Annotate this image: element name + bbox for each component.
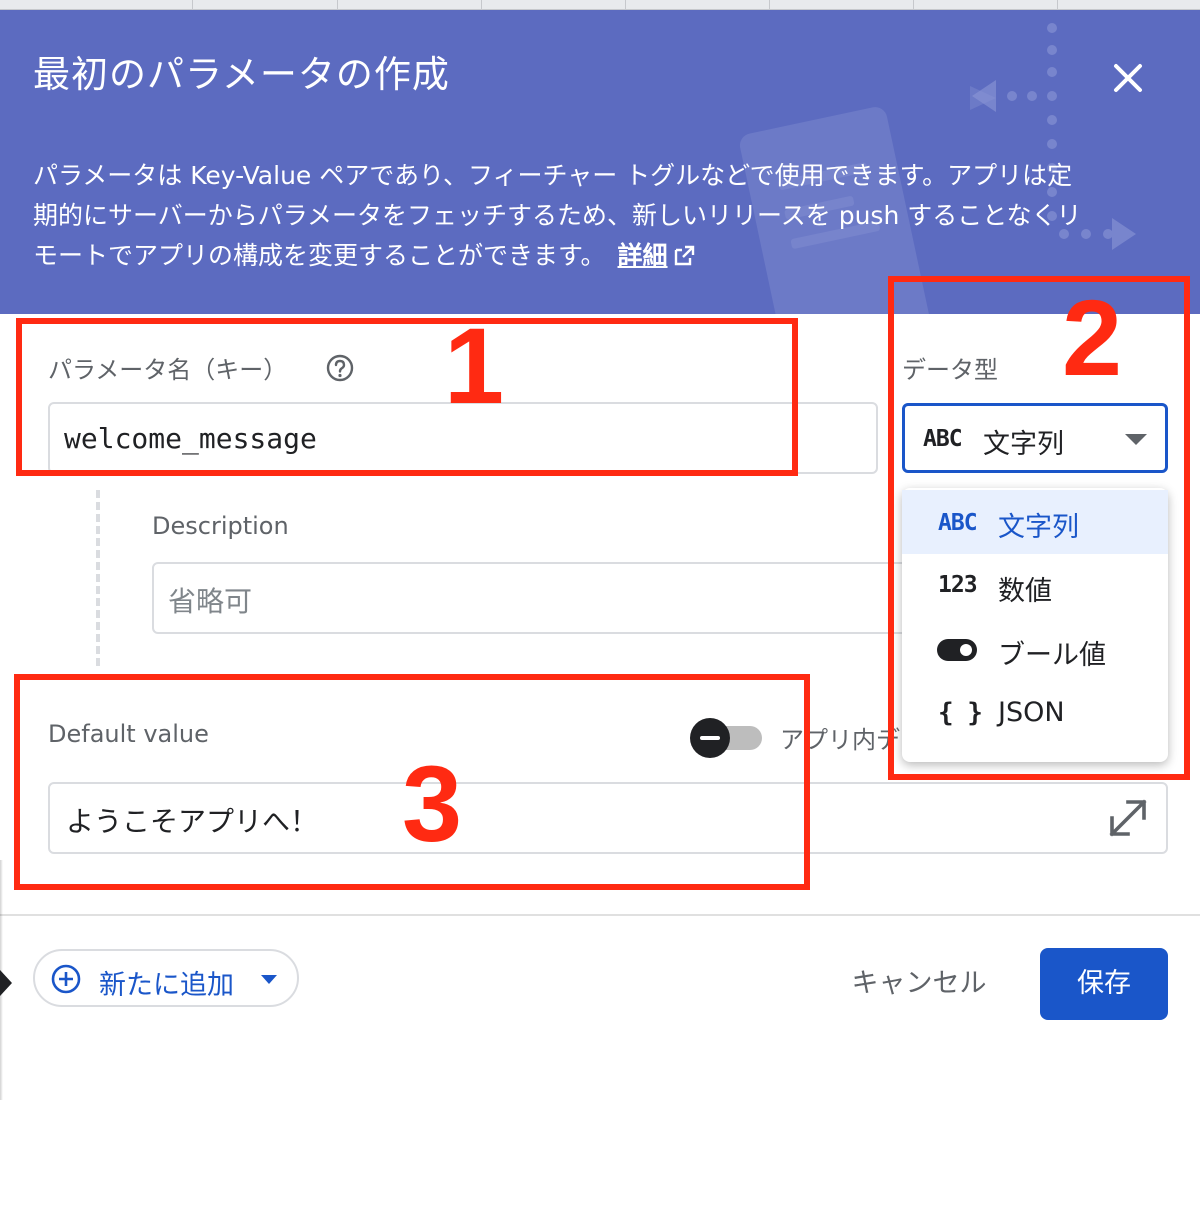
caret-right-icon bbox=[0, 970, 12, 996]
dialog-title: 最初のパラメータの作成 bbox=[33, 53, 450, 96]
learn-more-label[interactable]: 詳細 bbox=[618, 241, 668, 270]
default-value-text[interactable]: ようこそアプリへ！ bbox=[66, 800, 318, 840]
menu-item-json[interactable]: { } JSON bbox=[902, 682, 1168, 746]
menu-item-string[interactable]: ABC 文字列 bbox=[902, 490, 1168, 554]
data-type-menu: ABC 文字列 123 数値 ブール値 { } JSON bbox=[902, 488, 1168, 762]
data-type-select[interactable]: ABC 文字列 bbox=[902, 403, 1168, 473]
param-name-label: パラメータ名（キー） bbox=[48, 356, 288, 384]
description-placeholder[interactable]: 省略可 bbox=[168, 580, 252, 620]
annotation-number-2: 2 bbox=[1062, 277, 1123, 398]
footer-divider bbox=[0, 914, 1200, 916]
description-label: Description bbox=[152, 512, 289, 540]
close-icon[interactable] bbox=[1104, 54, 1152, 102]
help-icon[interactable] bbox=[326, 354, 354, 382]
create-parameter-dialog: 最初のパラメータの作成 パラメータは Key-Value ペアであり、フィーチャ… bbox=[0, 0, 1200, 1210]
learn-more-link[interactable]: 詳細 bbox=[618, 241, 668, 270]
external-link-icon bbox=[674, 245, 694, 266]
data-type-selected-label: 文字列 bbox=[983, 429, 1064, 460]
description-input[interactable]: 省略可 bbox=[152, 562, 912, 634]
in-app-default-toggle[interactable] bbox=[690, 718, 764, 758]
in-app-default-label: アプリ内デ bbox=[780, 726, 900, 754]
toggle-icon bbox=[937, 639, 977, 661]
param-name-value[interactable]: welcome_message bbox=[64, 422, 317, 455]
save-button[interactable]: 保存 bbox=[1040, 948, 1168, 1020]
minus-icon bbox=[690, 718, 730, 758]
description-text: パラメータは Key-Value ペアであり、フィーチャー トグルなどで使用でき… bbox=[33, 161, 1082, 270]
menu-item-label: JSON bbox=[998, 697, 1065, 728]
menu-item-label: 文字列 bbox=[998, 512, 1079, 543]
expand-icon[interactable] bbox=[1106, 796, 1150, 840]
abc-icon: ABC bbox=[938, 510, 978, 536]
annotation-number-3: 3 bbox=[402, 743, 463, 864]
add-new-button[interactable]: 新たに追加 bbox=[33, 949, 299, 1007]
number-icon: 123 bbox=[938, 572, 978, 598]
annotation-number-1: 1 bbox=[444, 305, 505, 426]
menu-item-label: ブール値 bbox=[998, 640, 1106, 671]
add-circle-icon bbox=[51, 964, 81, 994]
default-value-input[interactable]: ようこそアプリへ！ bbox=[48, 782, 1168, 854]
abc-icon: ABC bbox=[923, 426, 963, 452]
spreadsheet-strip bbox=[0, 0, 1200, 10]
braces-icon: { } bbox=[938, 698, 983, 728]
menu-item-boolean[interactable]: ブール値 bbox=[902, 618, 1168, 682]
data-type-label: データ型 bbox=[902, 356, 998, 384]
dialog-description: パラメータは Key-Value ペアであり、フィーチャー トグルなどで使用でき… bbox=[33, 156, 1083, 276]
default-value-label: Default value bbox=[48, 720, 209, 748]
chevron-down-icon bbox=[1125, 434, 1147, 445]
add-new-label: 新たに追加 bbox=[99, 970, 234, 1001]
chevron-down-icon bbox=[261, 975, 277, 984]
dialog-header: 最初のパラメータの作成 パラメータは Key-Value ペアであり、フィーチャ… bbox=[0, 10, 1200, 314]
nesting-line bbox=[96, 490, 100, 666]
menu-item-label: 数値 bbox=[998, 576, 1052, 607]
cancel-button[interactable]: キャンセル bbox=[834, 960, 1004, 1008]
menu-item-number[interactable]: 123 数値 bbox=[902, 554, 1168, 618]
